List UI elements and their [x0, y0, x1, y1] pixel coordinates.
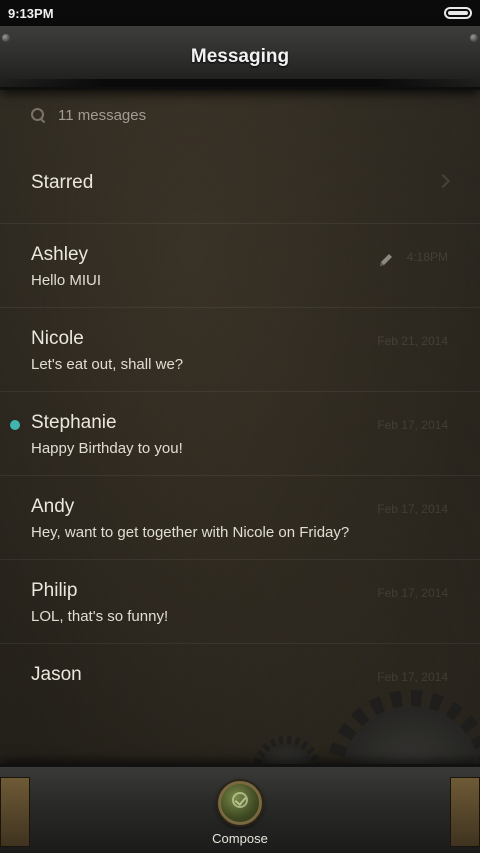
contact-name: Nicole	[31, 328, 84, 349]
status-bar: 9:13PM	[0, 0, 480, 26]
message-date: Feb 17, 2014	[377, 586, 448, 600]
starred-label: Starred	[31, 172, 94, 193]
title-bar: Messaging	[0, 26, 480, 90]
conversation-row[interactable]: Andy Hey, want to get together with Nico…	[0, 476, 480, 560]
contact-name: Ashley	[31, 244, 89, 265]
contact-name: Philip	[31, 580, 78, 601]
compose-label: Compose	[212, 831, 268, 846]
contact-name: Stephanie	[31, 412, 117, 433]
starred-row[interactable]: Starred	[0, 142, 480, 224]
rivet-icon	[470, 34, 478, 42]
compose-button[interactable]	[218, 781, 262, 825]
chevron-right-icon	[435, 173, 451, 189]
conversation-list: Ashley Hello MIUI 4:18PM Nicole Let's ea…	[0, 224, 480, 728]
contact-name: Andy	[31, 496, 75, 517]
conversation-row[interactable]: Ashley Hello MIUI 4:18PM	[0, 224, 480, 308]
conversation-row[interactable]: Nicole Let's eat out, shall we? Feb 21, …	[0, 308, 480, 392]
message-preview: Let's eat out, shall we?	[31, 356, 184, 373]
conversation-row[interactable]: Stephanie Happy Birthday to you! Feb 17,…	[0, 392, 480, 476]
message-preview: Hey, want to get together with Nicole on…	[31, 524, 350, 541]
message-date: Feb 17, 2014	[377, 418, 448, 432]
unread-indicator	[10, 420, 20, 430]
rivet-icon	[2, 34, 10, 42]
page-title: Messaging	[190, 46, 290, 67]
message-date: Feb 17, 2014	[377, 502, 448, 516]
message-date: Feb 17, 2014	[377, 670, 448, 684]
message-preview: LOL, that's so funny!	[31, 608, 169, 625]
search-placeholder: 11 messages	[58, 106, 147, 124]
status-time: 9:13PM	[8, 5, 54, 21]
conversation-row[interactable]: Philip LOL, that's so funny! Feb 17, 201…	[0, 560, 480, 644]
message-date: Feb 21, 2014	[377, 334, 448, 348]
message-preview: Hello MIUI	[31, 272, 102, 289]
message-date: 4:18PM	[406, 250, 448, 264]
message-preview: Happy Birthday to you!	[31, 440, 183, 457]
contact-name: Jason	[31, 664, 82, 685]
conversation-row[interactable]: Jason Feb 17, 2014	[0, 644, 480, 728]
pencil-icon	[380, 254, 392, 266]
search-bar[interactable]: 11 messages	[30, 104, 146, 126]
battery-icon	[444, 7, 472, 19]
search-icon	[30, 107, 46, 123]
bottom-bar: Compose	[0, 764, 480, 853]
compose-icon	[232, 792, 248, 808]
